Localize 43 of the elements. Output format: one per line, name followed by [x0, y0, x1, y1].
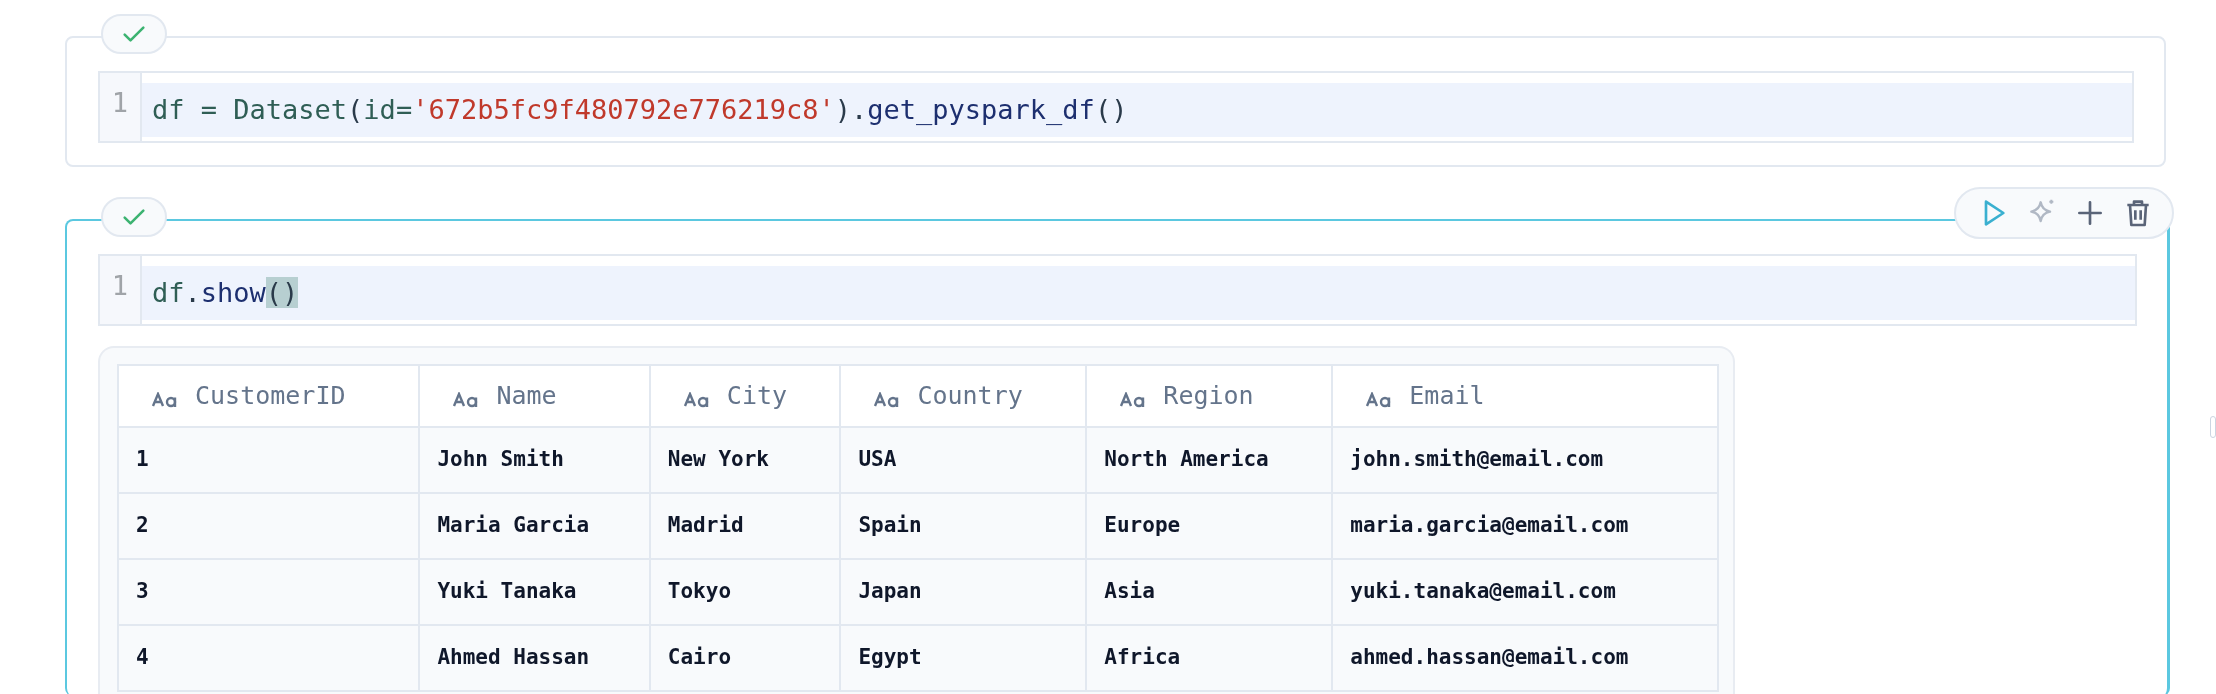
table-cell: USA	[840, 427, 1087, 493]
table-cell: Africa	[1086, 625, 1333, 691]
column-header[interactable]: Country	[840, 365, 1087, 427]
resize-handle[interactable]	[2210, 416, 2216, 438]
column-header[interactable]: Region	[1086, 365, 1333, 427]
table-cell: Spain	[840, 493, 1087, 559]
table-cell: Madrid	[649, 493, 841, 559]
header-label: Email	[1409, 381, 1485, 411]
header-label: Country	[917, 381, 1023, 411]
table-cell: yuki.tanaka@email.com	[1332, 559, 1718, 625]
table-cell: john.smith@email.com	[1332, 427, 1718, 493]
line-number: 1	[110, 269, 130, 303]
table-cell: 3	[118, 559, 420, 625]
table-cell: John Smith	[419, 427, 650, 493]
header-label: City	[726, 381, 788, 411]
column-header[interactable]: CustomerID	[118, 365, 420, 427]
table-cell: 4	[118, 625, 420, 691]
code-editor[interactable]: 1 df = Dataset(id='672b5fc9f480792e776219c8').get_pyspark_df()	[98, 71, 2134, 143]
table-cell: New York	[649, 427, 841, 493]
column-header[interactable]: City	[649, 365, 841, 427]
header-label: CustomerID	[195, 381, 346, 411]
table-cell: North America	[1086, 427, 1333, 493]
table-cell: maria.garcia@email.com	[1332, 493, 1718, 559]
header-label: Name	[496, 381, 557, 411]
table-cell: Europe	[1086, 493, 1333, 559]
table-cell: Cairo	[649, 625, 841, 691]
notebook-cell[interactable]	[65, 219, 2170, 694]
notebook-cell[interactable]: 1 df = Dataset(id='672b5fc9f480792e776219c8').get_pyspark_df()	[65, 36, 2166, 167]
table-cell: Maria Garcia	[419, 493, 650, 559]
table-cell: 2	[118, 493, 420, 559]
code-editor[interactable]: 1 df.show()	[98, 254, 2137, 326]
column-header[interactable]: Email	[1332, 365, 1718, 427]
table-cell: Yuki Tanaka	[419, 559, 650, 625]
table-cell: ahmed.hassan@email.com	[1332, 625, 1718, 691]
header-label: Region	[1163, 381, 1254, 411]
table-cell: Egypt	[840, 625, 1087, 691]
line-number: 1	[110, 86, 130, 120]
table-cell: 1	[118, 427, 420, 493]
table-cell: Japan	[840, 559, 1087, 625]
column-header[interactable]: Name	[419, 365, 650, 427]
table-cell: Tokyo	[649, 559, 841, 625]
table-cell: Asia	[1086, 559, 1333, 625]
table-cell: Ahmed Hassan	[419, 625, 650, 691]
